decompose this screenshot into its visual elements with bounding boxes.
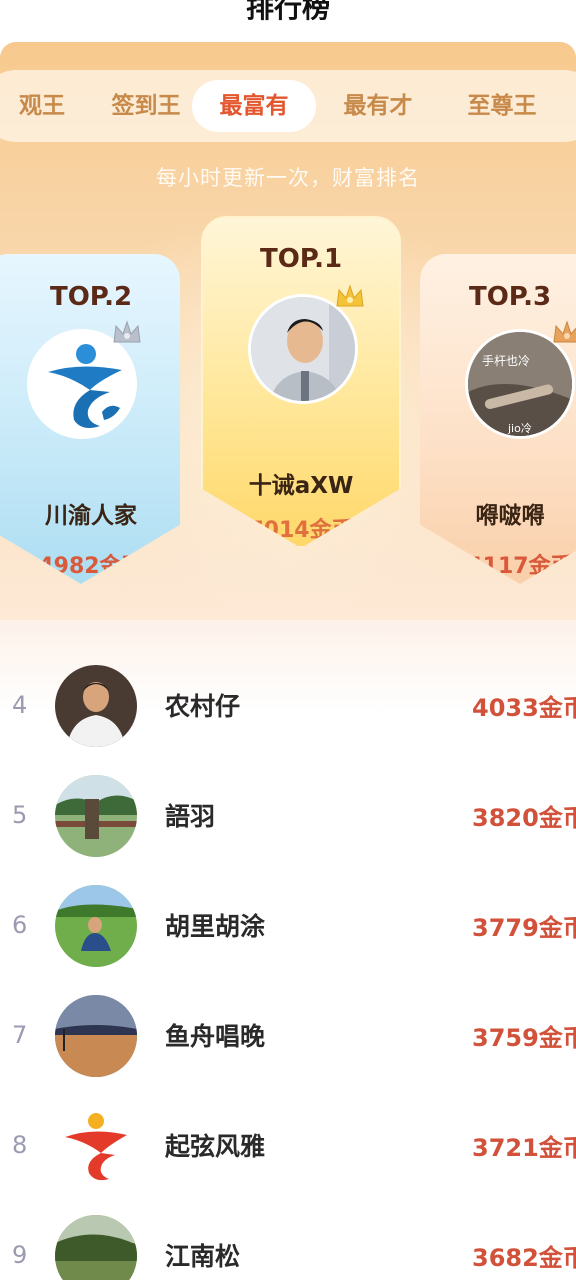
user-photo-icon: [55, 885, 137, 967]
avatar: [55, 665, 137, 747]
list-item[interactable]: 6 胡里胡涂 3779金币: [0, 870, 576, 980]
gold-crown-icon: [336, 284, 364, 307]
list-item[interactable]: 7 鱼舟唱晚 3759金币: [0, 980, 576, 1090]
user-name: 鱼舟唱晚: [165, 1022, 266, 1051]
user-name: 起弦风雅: [165, 1132, 266, 1161]
tab-most-talented[interactable]: 最有才: [316, 80, 440, 132]
ranking-banner: 观王 签到王 最富有 最有才 至尊王 每小时更新一次，财富排名 TOP.2 川渝…: [0, 42, 576, 620]
scenery-photo-icon: [55, 1215, 137, 1280]
page-title: 排行榜: [245, 0, 330, 24]
update-note: 每小时更新一次，财富排名: [156, 166, 420, 190]
user-name: 胡里胡涂: [165, 912, 266, 941]
podium-card-2[interactable]: TOP.2 川渝人家 4982金币: [0, 254, 180, 584]
rank-number: 6: [12, 911, 28, 939]
coin-amount: 3682金币: [472, 1243, 576, 1272]
avatar: [55, 995, 137, 1077]
tab-richest[interactable]: 最富有: [192, 80, 316, 132]
podium-name: 川渝人家: [45, 503, 137, 529]
rank-label: TOP.1: [259, 244, 343, 274]
list-item[interactable]: 8 起弦风雅 3721金币: [0, 1090, 576, 1200]
bronze-crown-icon: [553, 320, 576, 343]
avatar: [55, 885, 137, 967]
scenery-photo-icon: [55, 775, 137, 857]
header-bar: 排行榜: [0, 0, 576, 42]
user-name: 語羽: [165, 802, 216, 831]
avatar: [55, 1215, 137, 1280]
list-item[interactable]: 9 江南松 3682金币: [0, 1200, 576, 1280]
rank-label: TOP.3: [468, 282, 552, 312]
silver-crown-icon: [113, 320, 141, 343]
ranking-tabs: 观王 签到王 最富有 最有才 至尊王: [0, 70, 576, 142]
sunset-photo-icon: [55, 995, 137, 1077]
coin-amount: 3759金币: [472, 1023, 576, 1052]
coin-amount: 3820金币: [472, 803, 576, 832]
rank-number: 7: [12, 1021, 28, 1049]
rank-label: TOP.2: [49, 282, 133, 312]
avatar: [55, 775, 137, 857]
ranking-list: 4 农村仔 4033金币 5 語羽 3820金币 6 胡里胡涂 3779金币 7…: [0, 620, 576, 1280]
rank-number: 5: [12, 801, 28, 829]
user-name: 农村仔: [165, 692, 241, 721]
user-photo-icon: [55, 665, 137, 747]
user-name: 江南松: [165, 1242, 241, 1271]
avatar: [55, 1105, 137, 1187]
podium-card-1[interactable]: TOP.1 十诫aXW 7014金币: [201, 216, 401, 548]
rank-number: 9: [12, 1241, 28, 1269]
podium-name: 十诫aXW: [248, 473, 354, 499]
logo-avatar-icon: [48, 344, 122, 428]
rank-number: 8: [12, 1131, 28, 1159]
avatar-caption: jio冷: [508, 422, 532, 435]
tab-supreme-king[interactable]: 至尊王: [440, 80, 564, 132]
podium-card-3[interactable]: TOP.3 手杆也冷 jio冷 嘚啵嘚 4117金币: [420, 254, 576, 584]
rank-number: 4: [12, 691, 28, 719]
coin-amount: 3779金币: [472, 913, 576, 942]
avatar: [248, 294, 358, 404]
coin-amount: 4033金币: [472, 693, 576, 722]
coin-amount: 3721金币: [472, 1133, 576, 1162]
avatar-caption: 手杆也冷: [482, 354, 531, 368]
list-item[interactable]: 4 农村仔 4033金币: [0, 650, 576, 760]
list-item[interactable]: 5 語羽 3820金币: [0, 760, 576, 870]
user-photo-icon: [251, 297, 355, 401]
logo-avatar-icon: [65, 1113, 127, 1181]
podium-name: 嘚啵嘚: [475, 503, 545, 529]
tab-checkin-king[interactable]: 签到王: [84, 80, 208, 132]
